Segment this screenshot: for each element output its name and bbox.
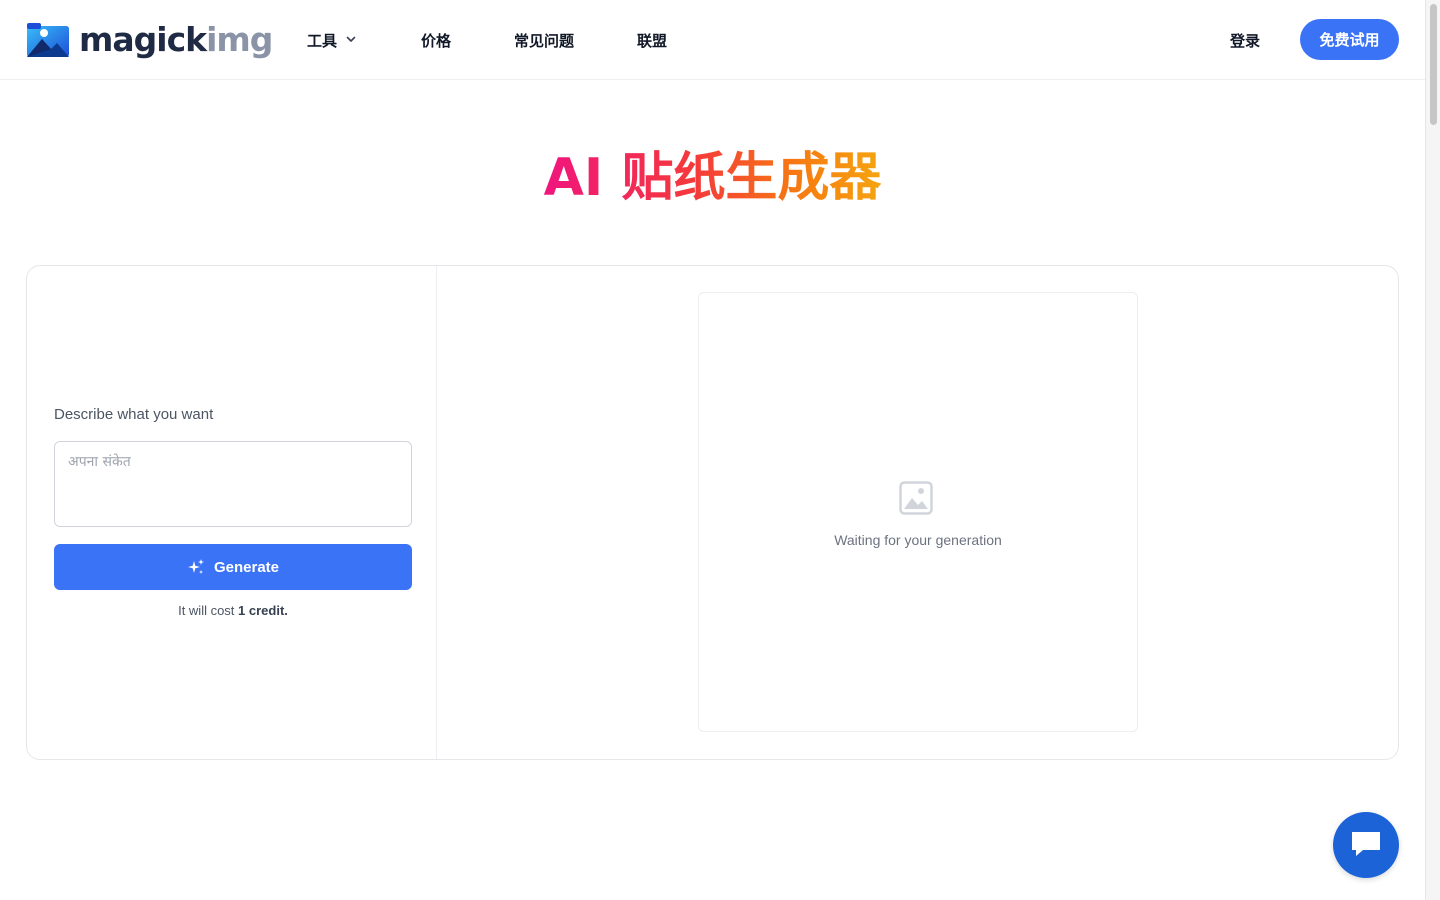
free-trial-button[interactable]: 免费试用: [1300, 19, 1399, 60]
chevron-down-icon: [345, 31, 357, 49]
credit-cost-prefix: It will cost: [178, 603, 239, 618]
logo-text: magickimg: [79, 20, 273, 59]
chat-bubble-icon: [1349, 829, 1383, 862]
page-title: AI 贴纸生成器: [0, 146, 1425, 210]
logo-text-magick: magick: [79, 20, 207, 59]
generate-button-label: Generate: [213, 558, 280, 576]
prompt-panel: Describe what you want Generate It will …: [27, 266, 437, 759]
chat-widget-button[interactable]: [1333, 812, 1399, 878]
prompt-input[interactable]: [55, 442, 411, 526]
login-link[interactable]: 登录: [1230, 0, 1260, 80]
preview-waiting-text: Waiting for your generation: [834, 532, 1002, 548]
page-title-text: AI 贴纸生成器: [543, 148, 882, 208]
nav-link-alliance[interactable]: 联盟: [637, 0, 667, 80]
image-placeholder-icon: [899, 481, 933, 520]
credit-cost-value: 1 credit.: [238, 603, 288, 618]
prompt-label: Describe what you want: [54, 406, 214, 423]
sparkle-icon: [187, 558, 205, 576]
generator-card: Describe what you want Generate It will …: [26, 265, 1399, 760]
credit-cost-note: It will cost 1 credit.: [54, 603, 412, 618]
nav-link-pricing[interactable]: 价格: [421, 0, 451, 80]
page-scrollbar[interactable]: [1425, 0, 1440, 900]
scrollbar-thumb[interactable]: [1430, 4, 1437, 125]
logo-icon: [27, 23, 69, 57]
logo-text-img: img: [206, 20, 273, 59]
generation-preview: Waiting for your generation: [698, 292, 1138, 732]
prompt-field[interactable]: [54, 441, 412, 527]
generate-button[interactable]: Generate: [54, 544, 412, 590]
nav-tools-label: 工具: [307, 31, 338, 50]
nav-link-faq[interactable]: 常见问题: [514, 0, 574, 80]
logo-link[interactable]: magickimg: [27, 20, 273, 59]
site-header: magickimg 工具 价格 常见问题 联盟 登录 免费试用: [0, 0, 1425, 80]
nav-tools-dropdown[interactable]: 工具: [307, 0, 357, 80]
